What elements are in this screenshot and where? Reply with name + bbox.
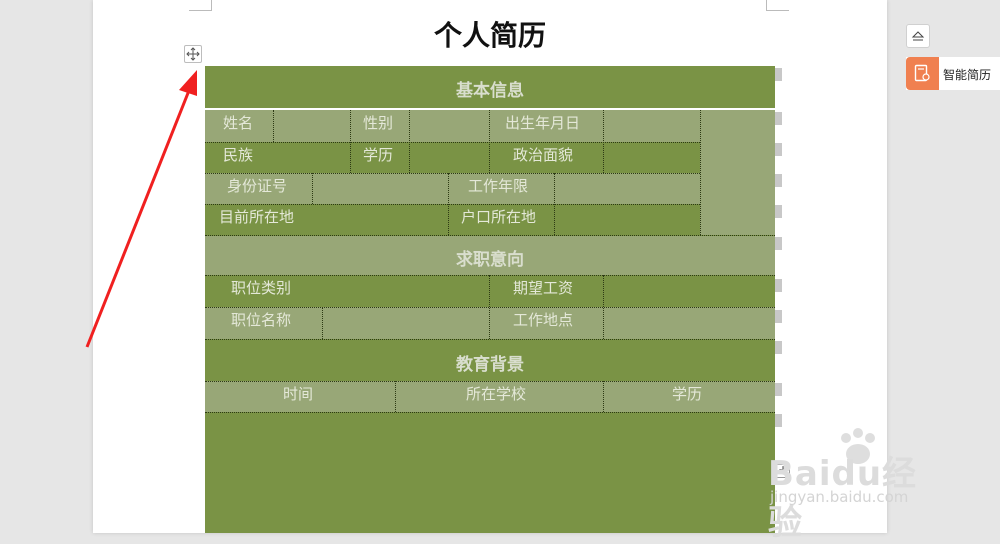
smart-resume-button[interactable]: 智能简历 [906, 57, 1000, 90]
resume-icon [906, 57, 939, 90]
watermark-url: jingyan.baidu.com [770, 488, 909, 506]
watermark: Baidu经验 jingyan.baidu.com [768, 428, 948, 543]
smart-resume-label: 智能简历 [943, 68, 992, 82]
collapse-up-icon[interactable] [906, 24, 930, 48]
